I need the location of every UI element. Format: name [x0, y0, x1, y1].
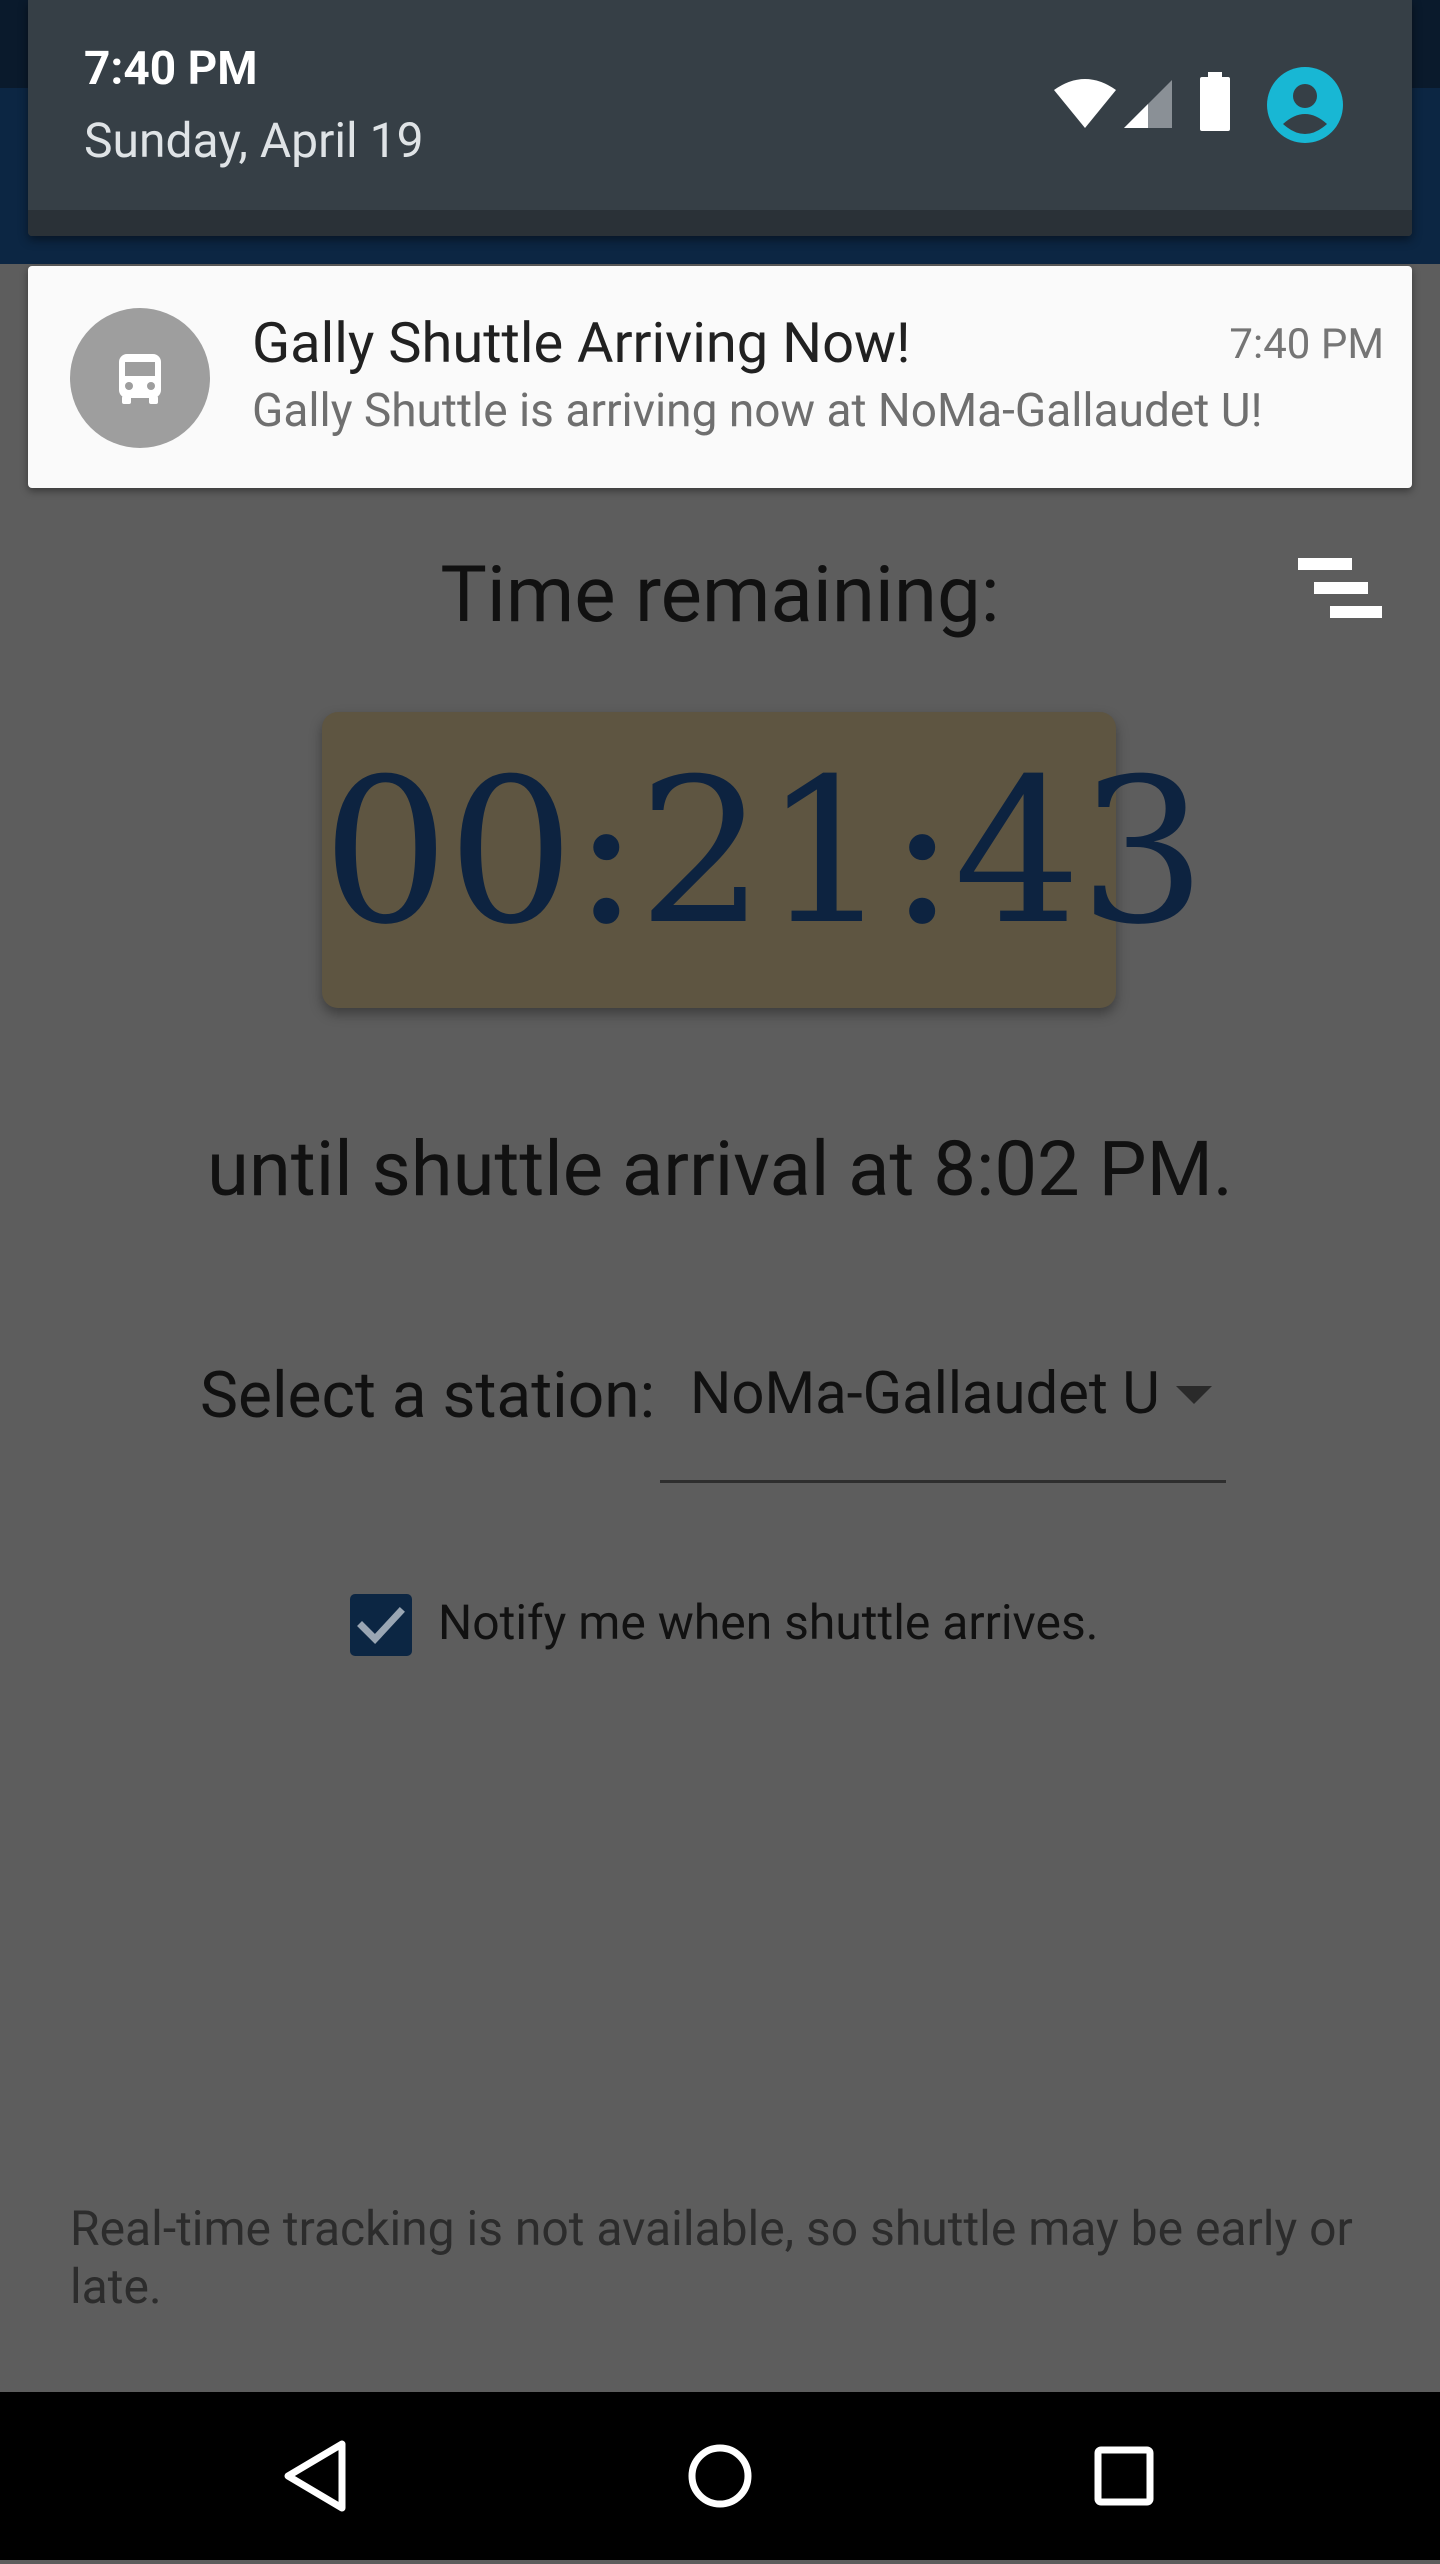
notification-title: Gally Shuttle Arriving Now! [252, 310, 911, 376]
countdown-timer: 00:21:43 [322, 736, 1206, 969]
battery-icon [1200, 72, 1230, 131]
shade-date: Sunday, April 19 [84, 112, 424, 169]
wifi-icon [1054, 79, 1116, 128]
dropdown-arrow-icon [1176, 1386, 1212, 1404]
notify-checkbox-label[interactable]: Notify me when shuttle arrives. [438, 1594, 1098, 1651]
navigation-bar [0, 2392, 1440, 2560]
station-dropdown[interactable]: NoMa-Gallaudet U [660, 1340, 1226, 1483]
notification-text: Gally Shuttle is arriving now at NoMa-Ga… [252, 384, 1263, 438]
cellular-signal-icon [1124, 80, 1172, 128]
bus-icon [119, 354, 161, 404]
notification-shade-header[interactable]: 7:40 PM Sunday, April 19 [28, 0, 1412, 236]
station-select-label: Select a station: [200, 1358, 656, 1433]
view-stack-icon[interactable] [1296, 556, 1384, 620]
countdown-timer-box: 00:21:43 [322, 712, 1206, 1008]
arrival-text: until shuttle arrival at 8:02 PM. [207, 1124, 1233, 1214]
notification-time: 7:40 PM [1229, 320, 1384, 369]
tracking-disclaimer: Real-time tracking is not available, so … [70, 2200, 1353, 2315]
account-icon[interactable] [1266, 66, 1344, 144]
selected-station: NoMa-Gallaudet U [690, 1360, 1160, 1428]
back-icon [284, 2440, 346, 2512]
time-remaining-label: Time remaining: [440, 550, 1000, 641]
recents-button[interactable] [1054, 2392, 1194, 2560]
home-icon [688, 2444, 752, 2508]
shade-clock: 7:40 PM [84, 42, 258, 96]
shuttle-notification[interactable]: Gally Shuttle Arriving Now! 7:40 PM Gall… [28, 266, 1412, 488]
notification-app-icon [70, 308, 210, 448]
recents-icon [1094, 2446, 1154, 2506]
checkmark-icon [357, 1607, 405, 1645]
back-button[interactable] [246, 2392, 386, 2560]
notify-checkbox[interactable] [350, 1594, 412, 1656]
shade-header-edge [28, 210, 1412, 236]
home-button[interactable] [650, 2392, 790, 2560]
